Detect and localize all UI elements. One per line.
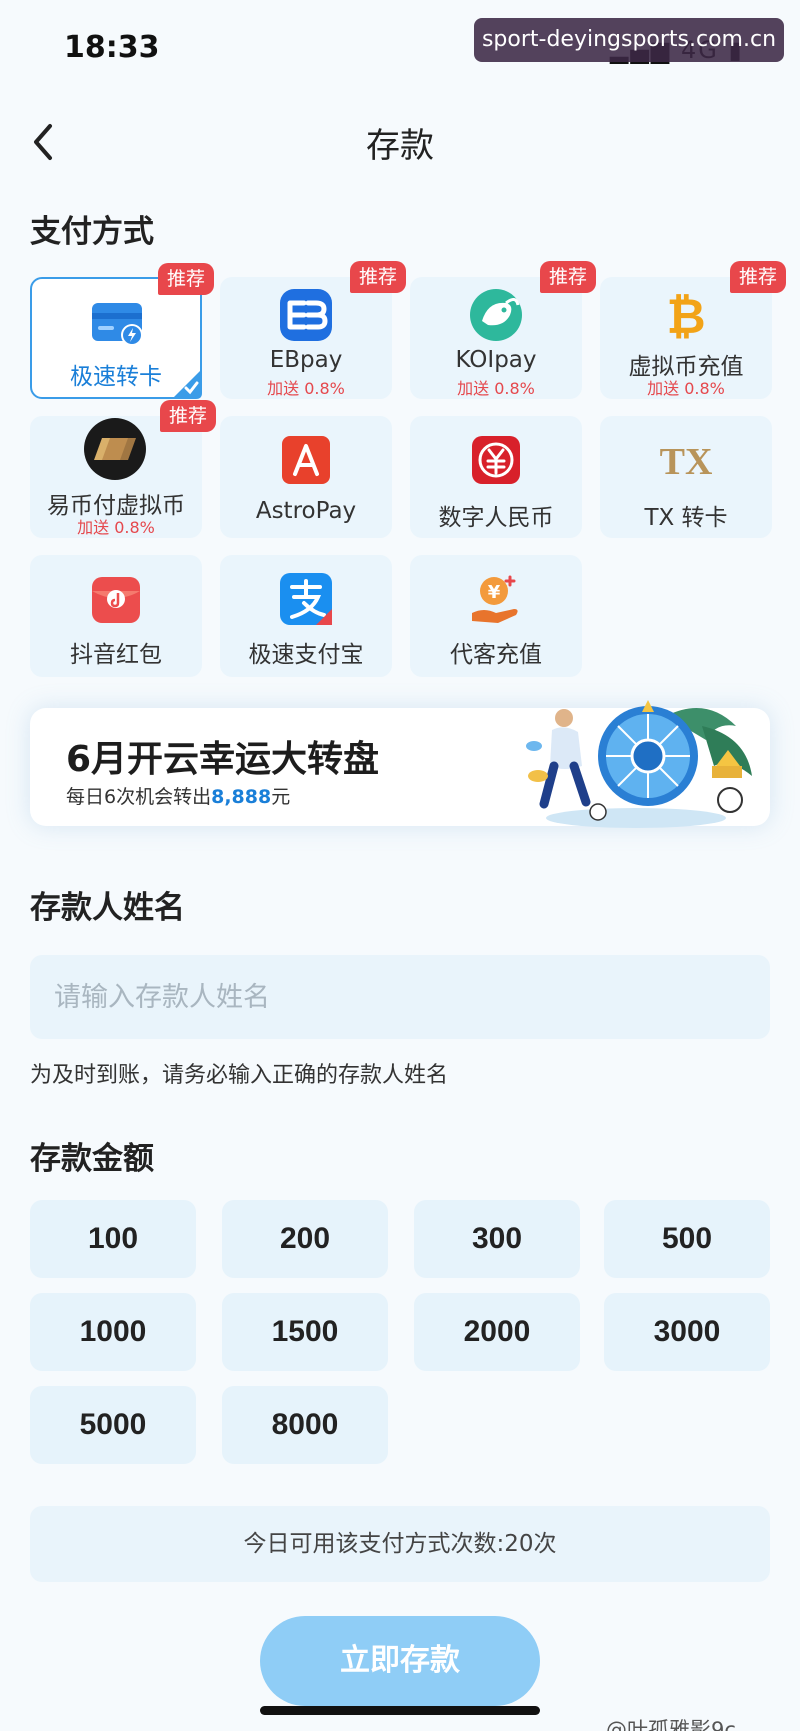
ebpay-icon [280,289,332,341]
payment-method-ebpay[interactable]: EBpay 加送 0.8% 推荐 [220,261,406,399]
bonus-text: 加送 0.8% [267,379,345,398]
footer-watermark: @叶孤雅影9c [606,1718,736,1731]
depositor-section-label: 存款人姓名 [30,890,185,926]
digital-rmb-icon [472,436,520,484]
promo-subtitle-suffix: 元 [271,786,291,808]
payment-method-astropay[interactable]: AstroPay [220,416,392,538]
recommend-badge: 推荐 [730,261,786,293]
usage-count-text: 今日可用该支付方式次数:20次 [30,1506,770,1582]
payment-method-label: 数字人民币 [438,505,554,531]
amount-section-label: 存款金额 [30,1141,154,1177]
amount-option-2000[interactable]: 2000 [414,1293,580,1371]
amount-option-300[interactable]: 300 [414,1200,580,1278]
lucky-wheel-illustration [526,700,752,828]
amount-option-500[interactable]: 500 [604,1200,770,1278]
payment-method-agent[interactable]: ¥ 代客充值 [410,555,582,677]
page-title: 存款 [366,126,434,166]
amount-option-100[interactable]: 100 [30,1200,196,1278]
payment-method-label: KOIpay [455,347,537,373]
payment-method-label: 代客充值 [450,642,542,668]
yibifu-icon [84,418,146,480]
home-indicator [260,1706,540,1715]
card-lightning-icon [92,303,143,346]
payment-method-label: 极速支付宝 [248,642,364,668]
payment-section-label: 支付方式 [30,214,154,250]
status-time: 18:33 [64,30,160,65]
svg-text:¥: ¥ [488,582,501,603]
promo-subtitle: 每日6次机会转出8,888元 [66,782,290,809]
payment-method-label: AstroPay [255,498,357,524]
promo-title: 6月开云幸运大转盘 [66,739,380,780]
amount-option-8000[interactable]: 8000 [222,1386,388,1464]
amount-option-3000[interactable]: 3000 [604,1293,770,1371]
alipay-icon [280,573,332,625]
payment-method-fast-card[interactable]: 极速转卡 推荐 [30,263,214,399]
agent-topup-icon: ¥ [472,575,518,623]
payment-method-alipay[interactable]: 极速支付宝 [220,555,392,677]
douyin-redpacket-icon [92,577,140,623]
watermark-url: sport-deyingsports.com.cn [474,18,784,62]
recommend-badge: 推荐 [540,261,596,293]
depositor-hint: 为及时到账，请务必输入正确的存款人姓名 [30,1063,449,1088]
koi-fish-icon [470,289,522,341]
svg-text:₿: ₿ [666,289,705,345]
promo-subtitle-prefix: 每日6次机会转出 [66,786,212,808]
svg-text:TX: TX [660,441,713,483]
payment-method-label: TX 转卡 [644,505,728,531]
submit-deposit-button[interactable]: 立即存款 [260,1616,540,1706]
amount-option-1000[interactable]: 1000 [30,1293,196,1371]
depositor-name-input[interactable] [30,955,770,1039]
payment-method-crypto[interactable]: ₿ 虚拟币充值 加送 0.8% 推荐 [600,261,786,399]
payment-method-douyin[interactable]: 抖音红包 [30,555,202,677]
payment-method-label: 抖音红包 [70,642,162,668]
payment-method-label: EBpay [269,347,343,373]
amount-option-1500[interactable]: 1500 [222,1293,388,1371]
amount-option-200[interactable]: 200 [222,1200,388,1278]
bonus-text: 加送 0.8% [647,379,725,398]
recommend-badge: 推荐 [350,261,406,293]
recommend-badge: 推荐 [158,263,214,295]
amount-option-5000[interactable]: 5000 [30,1386,196,1464]
check-icon [172,369,202,399]
recommend-badge: 推荐 [160,400,216,432]
promo-amount: 8,888 [211,786,272,808]
payment-method-digital-rmb[interactable]: 数字人民币 [410,416,582,538]
astropay-icon [282,436,330,484]
status-bar: 18:33 ▂▄▆ 4G ▮ sport-deyingsports.com.cn [0,0,800,100]
bonus-text: 加送 0.8% [457,379,535,398]
payment-method-koipay[interactable]: KOIpay 加送 0.8% 推荐 [410,261,596,399]
bitcoin-icon: ₿ [666,289,705,345]
promo-banner[interactable]: 6月开云幸运大转盘 每日6次机会转出8,888元 [30,700,770,828]
tx-icon: TX [660,441,713,483]
payment-method-tx[interactable]: TX TX 转卡 [600,416,772,538]
payment-method-yibifu[interactable]: 易币付虚拟币 加送 0.8% 推荐 [30,400,216,538]
bonus-text: 加送 0.8% [77,518,155,537]
